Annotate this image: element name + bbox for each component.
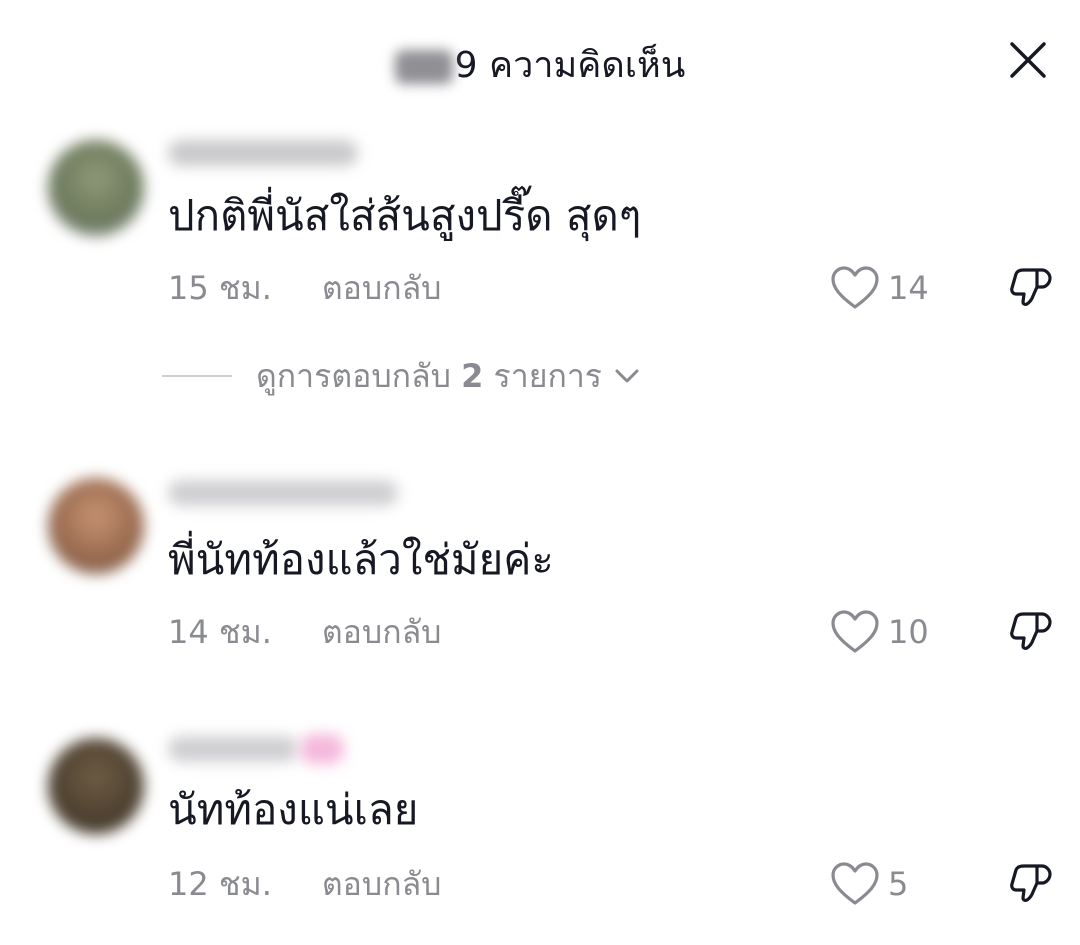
like-button[interactable]: 10 bbox=[830, 606, 929, 658]
comment-text: นัทท้องแน่เลย bbox=[168, 785, 419, 834]
reply-button[interactable]: ตอบกลับ bbox=[322, 269, 442, 307]
username[interactable] bbox=[168, 140, 358, 166]
username[interactable] bbox=[168, 736, 298, 762]
view-replies-button[interactable]: ดูการตอบกลับ 2 รายการ bbox=[162, 352, 640, 400]
heart-outline-icon bbox=[831, 610, 879, 653]
like-count: 14 bbox=[888, 269, 929, 307]
avatar[interactable] bbox=[48, 738, 144, 834]
comment-time: 14 ชม. bbox=[168, 613, 272, 651]
comment-count: 9 bbox=[454, 45, 478, 86]
like-button[interactable]: 5 bbox=[830, 858, 908, 910]
comments-title-label: ความคิดเห็น bbox=[489, 45, 686, 86]
comment-meta: 14 ชม. ตอบกลับ bbox=[168, 610, 441, 654]
comment-text: ปกติพี่นัสใส่ส้นสูงปรี๊ด สุดๆ bbox=[168, 191, 642, 240]
view-replies-count: 2 bbox=[461, 356, 484, 395]
chevron-down-icon bbox=[614, 367, 640, 385]
dislike-button[interactable] bbox=[1004, 858, 1056, 910]
like-count: 5 bbox=[888, 865, 909, 903]
comments-header: 9 ความคิดเห็น bbox=[0, 0, 1080, 120]
thumbs-down-icon bbox=[1010, 864, 1052, 902]
comments-title: 9 ความคิดเห็น bbox=[0, 40, 1080, 92]
comment-time: 12 ชม. bbox=[168, 865, 272, 903]
close-icon bbox=[1010, 42, 1046, 78]
close-button[interactable] bbox=[1004, 36, 1052, 84]
view-replies-label: ดูการตอบกลับ 2 รายการ bbox=[256, 351, 602, 402]
comment-time: 15 ชม. bbox=[168, 269, 272, 307]
heart-outline-icon bbox=[831, 862, 879, 905]
replies-divider bbox=[162, 375, 232, 377]
view-replies-suffix: รายการ bbox=[493, 356, 602, 395]
dislike-button[interactable] bbox=[1004, 262, 1056, 314]
like-count: 10 bbox=[888, 613, 929, 651]
reply-button[interactable]: ตอบกลับ bbox=[322, 865, 442, 903]
like-button[interactable]: 14 bbox=[830, 262, 929, 314]
thumbs-down-icon bbox=[1010, 612, 1052, 650]
blurred-count bbox=[394, 50, 453, 84]
comment-text: พี่นัทท้องแล้วใช่มัยค่ะ bbox=[168, 535, 554, 584]
heart-outline-icon bbox=[831, 266, 879, 309]
reply-button[interactable]: ตอบกลับ bbox=[322, 613, 442, 651]
view-replies-prefix: ดูการตอบกลับ bbox=[256, 356, 451, 395]
avatar[interactable] bbox=[48, 478, 144, 574]
comment-meta: 15 ชม. ตอบกลับ bbox=[168, 266, 441, 310]
avatar[interactable] bbox=[48, 140, 144, 236]
dislike-button[interactable] bbox=[1004, 606, 1056, 658]
username[interactable] bbox=[168, 480, 398, 506]
comment-meta: 12 ชม. ตอบกลับ bbox=[168, 862, 441, 906]
username-emoji bbox=[300, 734, 344, 764]
thumbs-down-icon bbox=[1010, 268, 1052, 306]
